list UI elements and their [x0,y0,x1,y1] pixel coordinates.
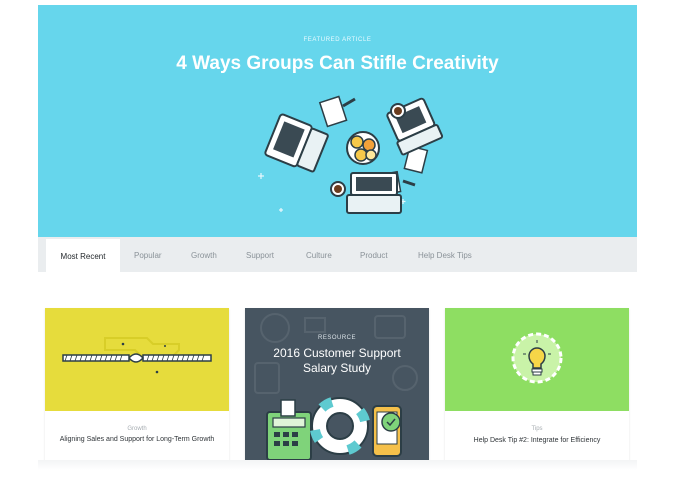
hero-title[interactable]: 4 Ways Groups Can Stifle Creativity [38,53,637,75]
article-card-tips[interactable]: Tips Help Desk Tip #2: Integrate for Eff… [445,308,629,460]
lightbulb-icon [511,332,563,384]
card-category: Tips [531,426,543,432]
tab-most-recent[interactable]: Most Recent [46,239,120,272]
card-category: Growth [127,426,147,432]
tab-popular[interactable]: Popular [134,237,162,272]
tab-product[interactable]: Product [360,237,388,272]
tab-culture[interactable]: Culture [306,237,332,272]
hero-kicker: FEATURED ARTICLE [303,37,372,43]
card-title[interactable]: Aligning Sales and Support for Long-Term… [59,435,215,445]
tab-growth[interactable]: Growth [191,237,217,272]
lifebuoy-calculator-icon [254,313,418,460]
featured-article-hero[interactable]: FEATURED ARTICLE 4 Ways Groups Can Stifl… [38,5,637,237]
card-image [45,308,229,411]
card-title[interactable]: Help Desk Tip #2: Integrate for Efficien… [459,436,615,446]
tab-support[interactable]: Support [246,237,274,272]
cards-bottom-shade [38,460,637,470]
article-card-growth[interactable]: Growth Aligning Sales and Support for Lo… [45,308,229,460]
category-tabs: Most Recent Popular Growth Support Cultu… [38,237,637,272]
resource-title[interactable]: 2016 Customer Support Salary Study [263,346,411,376]
resource-label: RESOURCE [317,335,356,341]
tab-help-desk-tips[interactable]: Help Desk Tips [418,237,472,272]
resource-card-salary-study[interactable]: RESOURCE 2016 Customer Support Salary St… [245,308,429,460]
rope-icon [62,337,212,374]
desk-illustration-icon [258,95,444,214]
card-image [445,308,629,411]
